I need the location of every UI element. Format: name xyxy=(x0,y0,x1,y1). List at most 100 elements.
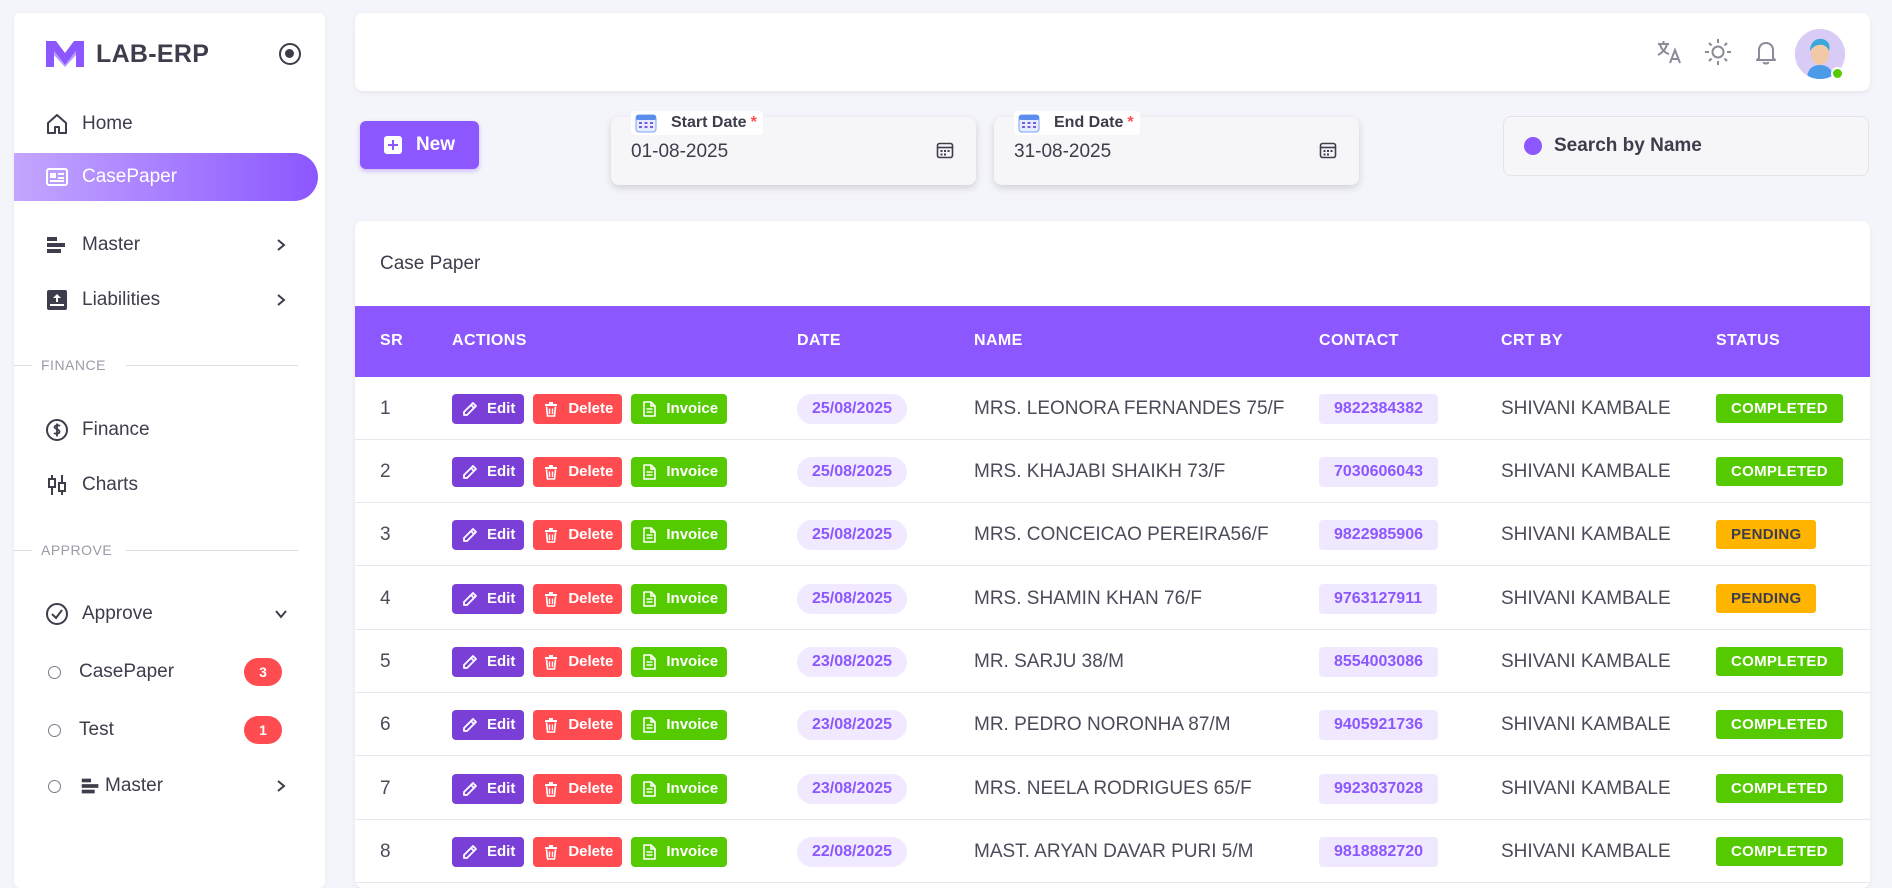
sr-value: 3 xyxy=(380,523,391,545)
sidebar-item-home[interactable]: Home xyxy=(14,100,318,148)
sun-icon[interactable] xyxy=(1703,37,1733,67)
sidebar-item-label: Liabilities xyxy=(82,289,161,310)
edit-label: Edit xyxy=(487,653,516,670)
cell-date: 25/08/2025 xyxy=(797,440,908,503)
created-by: SHIVANI KAMBALE xyxy=(1501,460,1671,482)
sidebar-item-label: CasePaper xyxy=(79,661,175,682)
delete-button[interactable]: Delete xyxy=(533,836,623,867)
cell-contact: 9818882720 xyxy=(1319,820,1438,883)
trash-icon xyxy=(542,526,568,544)
edit-label: Edit xyxy=(487,590,516,607)
patient-name: MRS. SHAMIN KHAN 76/F xyxy=(974,587,1203,609)
chevron-right-icon xyxy=(277,294,286,306)
sr-value: 6 xyxy=(380,713,391,735)
invoice-button[interactable]: Invoice xyxy=(631,519,728,550)
cell-crt-by: SHIVANI KAMBALE xyxy=(1501,757,1671,820)
search-box[interactable] xyxy=(1503,116,1869,176)
invoice-button[interactable]: Invoice xyxy=(631,456,728,487)
calendar-picker-icon[interactable] xyxy=(1319,141,1337,159)
chevron-right-icon xyxy=(277,780,286,792)
sidebar-subitem-master[interactable]: Master xyxy=(14,762,318,810)
end-date-label: End Date * xyxy=(1014,111,1140,135)
table-row: 8 Edit Delete Invoice 22/08/2025 MAST. ARYAN … xyxy=(355,820,1870,883)
newspaper-icon xyxy=(44,164,70,190)
cell-name: MR. SARJU 38/M xyxy=(974,630,1124,693)
delete-button[interactable]: Delete xyxy=(533,646,623,677)
delete-button[interactable]: Delete xyxy=(533,456,623,487)
delete-button[interactable]: Delete xyxy=(533,773,623,804)
edit-button[interactable]: Edit xyxy=(452,519,525,550)
bars-icon xyxy=(81,778,99,794)
delete-button[interactable]: Delete xyxy=(533,519,623,550)
created-by: SHIVANI KAMBALE xyxy=(1501,523,1671,545)
cell-status: COMPLETED xyxy=(1716,377,1843,440)
contact-pill: 7030606043 xyxy=(1319,456,1438,487)
edit-label: Edit xyxy=(487,716,516,733)
cell-name: MRS. NEELA RODRIGUES 65/F xyxy=(974,757,1252,820)
sr-value: 5 xyxy=(380,650,391,672)
brand[interactable]: LAB-ERP xyxy=(44,39,209,69)
delete-button[interactable]: Delete xyxy=(533,393,623,424)
invoice-button[interactable]: Invoice xyxy=(631,836,728,867)
edit-button[interactable]: Edit xyxy=(452,773,525,804)
sidebar-item-charts[interactable]: Charts xyxy=(14,461,318,509)
delete-button[interactable]: Delete xyxy=(533,709,623,740)
edit-button[interactable]: Edit xyxy=(452,456,525,487)
sidebar-item-master[interactable]: Master xyxy=(14,221,318,269)
online-status-dot xyxy=(1831,67,1844,80)
sidebar-item-finance[interactable]: Finance xyxy=(14,406,318,454)
end-date-field[interactable]: End Date * 31-08-2025 xyxy=(994,111,1359,185)
date-pill: 25/08/2025 xyxy=(797,456,908,487)
start-date-field[interactable]: Start Date * 01-08-2025 xyxy=(611,111,976,185)
sidebar-subitem-test[interactable]: Test 1 xyxy=(14,706,318,754)
invoice-button[interactable]: Invoice xyxy=(631,393,728,424)
start-date-label-text: Start Date xyxy=(671,114,747,131)
cell-sr: 5 xyxy=(380,630,391,693)
end-date-value: 31-08-2025 xyxy=(1014,141,1112,162)
column-header-sr: SR xyxy=(380,332,404,349)
created-by: SHIVANI KAMBALE xyxy=(1501,650,1671,672)
bell-icon[interactable] xyxy=(1751,37,1781,67)
delete-button[interactable]: Delete xyxy=(533,583,623,614)
circle-icon xyxy=(48,779,61,793)
delete-label: Delete xyxy=(568,653,614,670)
search-icon xyxy=(1524,137,1542,155)
new-button[interactable]: New xyxy=(360,121,479,169)
created-by: SHIVANI KAMBALE xyxy=(1501,840,1671,862)
invoice-button[interactable]: Invoice xyxy=(631,709,728,740)
cell-crt-by: SHIVANI KAMBALE xyxy=(1501,630,1671,693)
edit-button[interactable]: Edit xyxy=(452,583,525,614)
section-label-approve: APPROVE xyxy=(41,542,113,558)
edit-button[interactable]: Edit xyxy=(452,393,525,424)
created-by: SHIVANI KAMBALE xyxy=(1501,777,1671,799)
sidebar-item-liabilities[interactable]: Liabilities xyxy=(14,276,318,324)
trash-icon xyxy=(542,780,568,798)
translate-icon[interactable] xyxy=(1655,37,1685,67)
invoice-button[interactable]: Invoice xyxy=(631,583,728,614)
sidebar-collapse-toggle[interactable] xyxy=(279,43,301,65)
sidebar-item-label: Home xyxy=(82,113,133,134)
circle-icon xyxy=(48,665,61,679)
sidebar-item-approve[interactable]: Approve xyxy=(14,590,318,638)
edit-button[interactable]: Edit xyxy=(452,646,525,677)
sidebar-subitem-casepaper[interactable]: CasePaper 3 xyxy=(14,648,318,696)
date-pill: 23/08/2025 xyxy=(797,709,908,740)
cell-contact: 9405921736 xyxy=(1319,693,1438,756)
cell-date: 23/08/2025 xyxy=(797,693,908,756)
pencil-icon xyxy=(461,843,487,861)
edit-button[interactable]: Edit xyxy=(452,709,525,740)
pencil-icon xyxy=(461,780,487,798)
calendar-picker-icon[interactable] xyxy=(936,141,954,159)
logo-icon xyxy=(46,41,84,67)
sidebar-item-casepaper[interactable]: CasePaper xyxy=(14,153,318,201)
invoice-label: Invoice xyxy=(666,400,719,417)
cell-contact: 8554003086 xyxy=(1319,630,1438,693)
cell-date: 25/08/2025 xyxy=(797,377,908,440)
edit-button[interactable]: Edit xyxy=(452,836,525,867)
date-pill: 25/08/2025 xyxy=(797,583,908,614)
invoice-button[interactable]: Invoice xyxy=(631,646,728,677)
invoice-button[interactable]: Invoice xyxy=(631,773,728,804)
cell-status: COMPLETED xyxy=(1716,630,1843,693)
date-pill: 23/08/2025 xyxy=(797,646,908,677)
search-input[interactable] xyxy=(1554,135,1854,157)
